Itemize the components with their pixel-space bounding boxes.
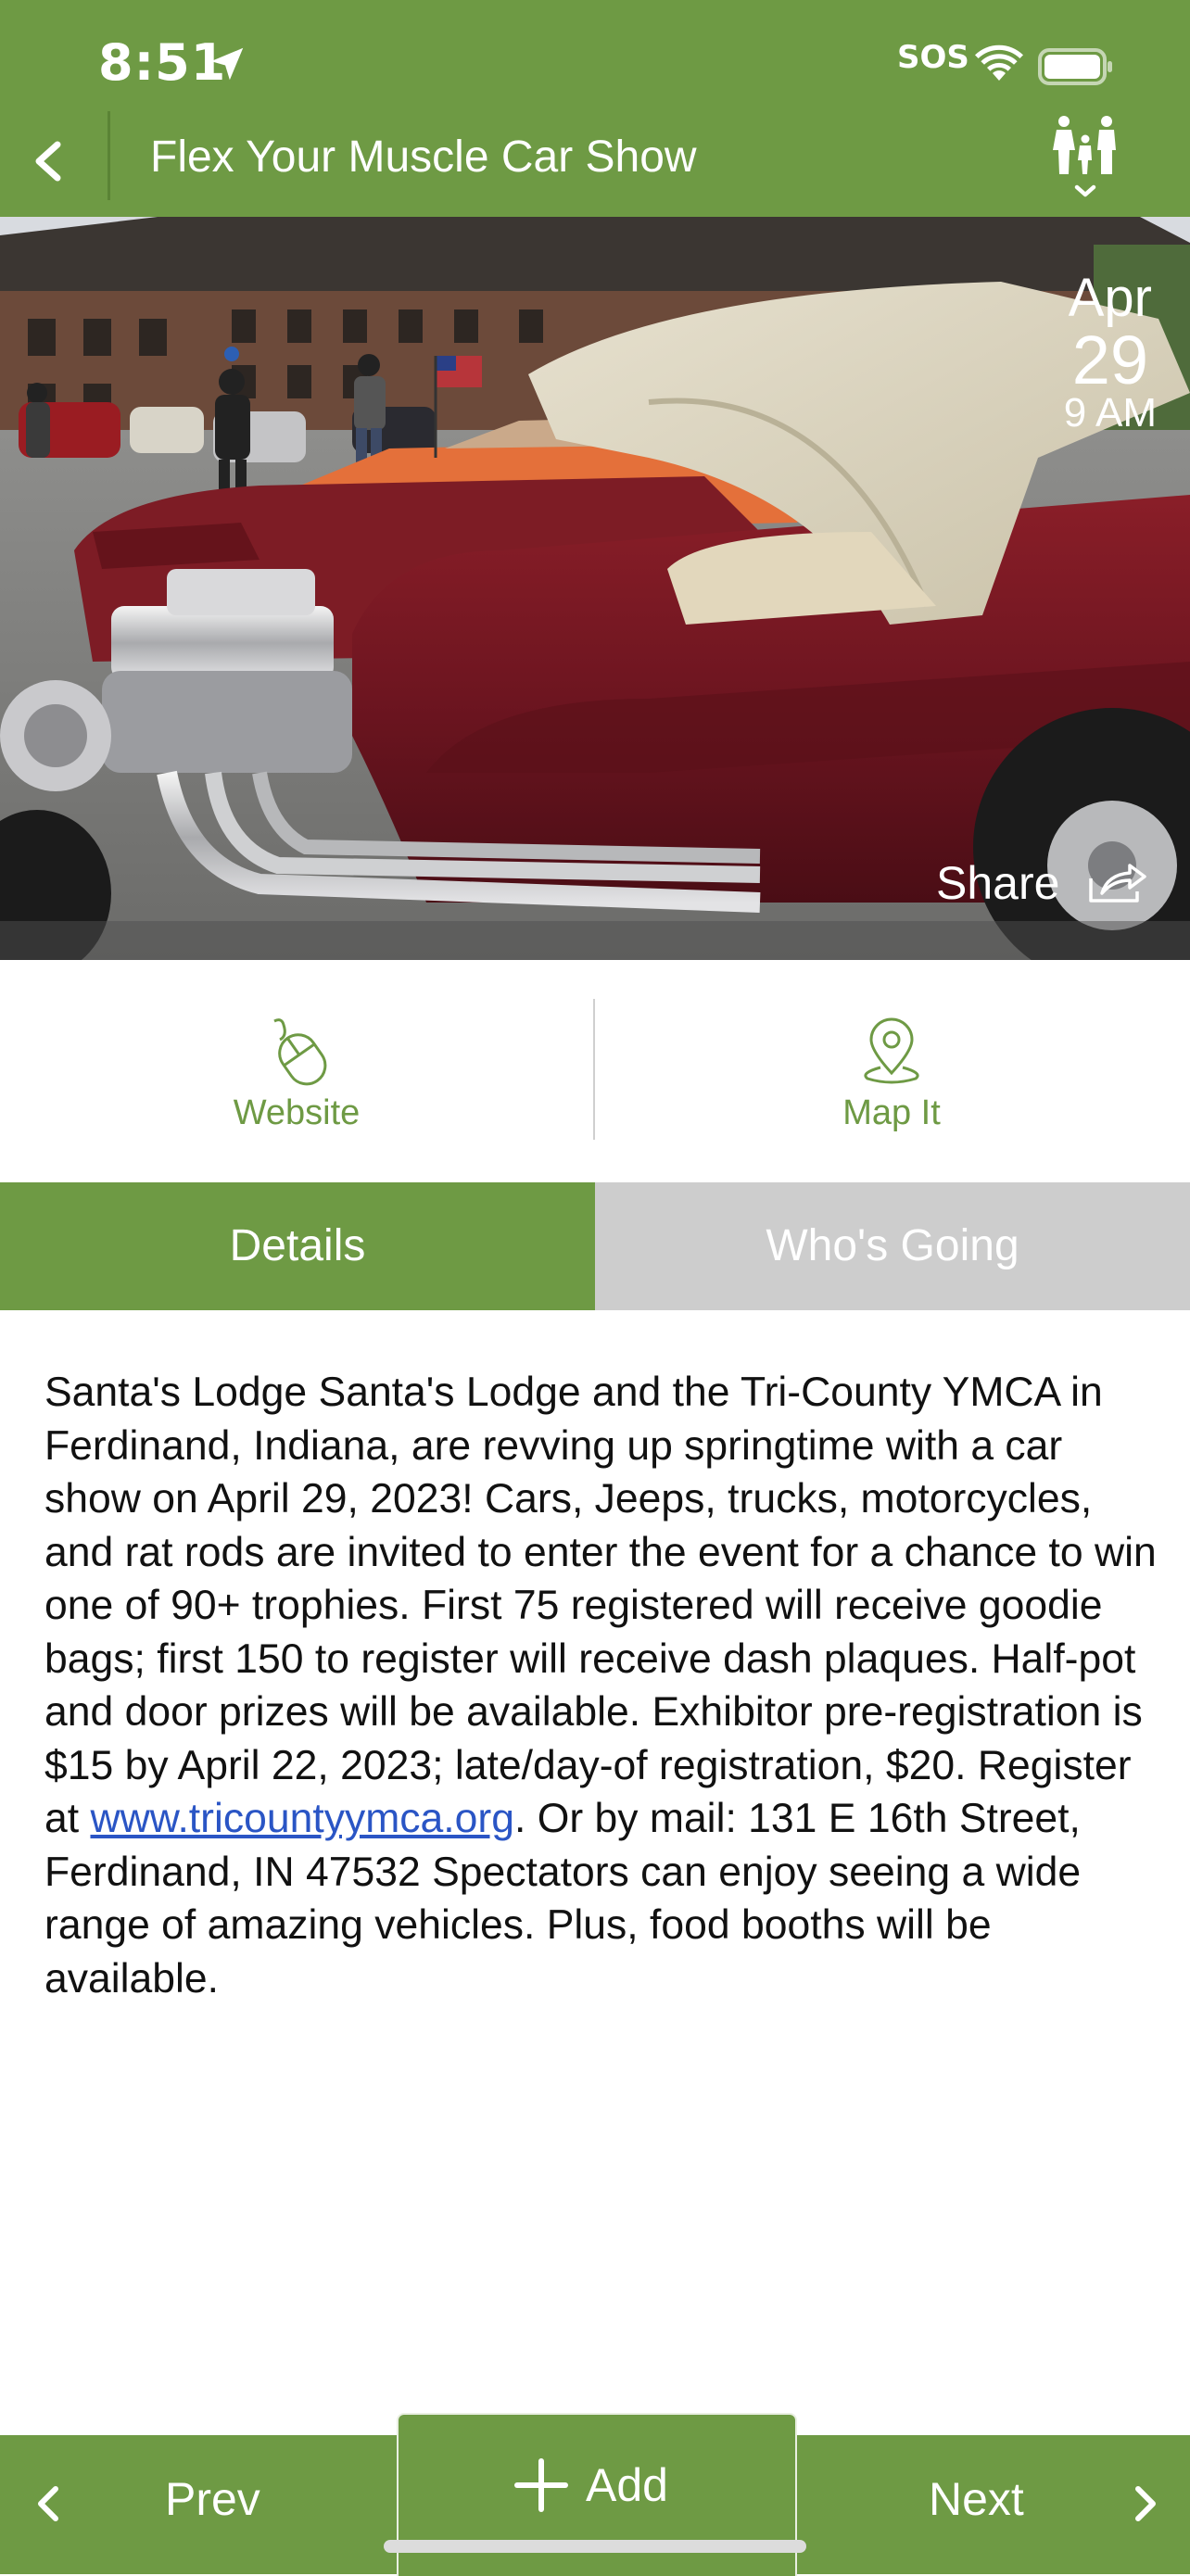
location-arrow-icon <box>210 47 244 81</box>
family-icon <box>1053 116 1116 174</box>
website-label: Website <box>233 1093 361 1132</box>
sos-indicator: SOS <box>897 39 969 76</box>
family-menu-button[interactable] <box>1045 113 1125 213</box>
date-day: 29 <box>1071 322 1149 398</box>
chevron-left-icon <box>35 141 61 182</box>
status-bar: 8:51 SOS <box>0 0 1190 111</box>
event-actions: Website Map It <box>0 960 1190 1182</box>
next-label: Next <box>929 2473 1024 2525</box>
description-text: Santa's Lodge Santa's Lodge and the Tri-… <box>44 1370 1157 1841</box>
share-icon <box>1089 864 1147 903</box>
page-title: Flex Your Muscle Car Show <box>150 133 697 182</box>
date-month: Apr <box>1068 268 1152 328</box>
prev-button[interactable]: Prev <box>0 2435 389 2574</box>
nav-divider <box>108 111 110 200</box>
plus-icon <box>514 2458 568 2512</box>
back-button[interactable] <box>28 120 102 213</box>
website-button[interactable]: Website <box>111 1016 482 1133</box>
chevron-right-icon <box>1135 2486 1156 2521</box>
event-description: Santa's Lodge Santa's Lodge and the Tri-… <box>44 1366 1157 2005</box>
tab-details[interactable]: Details <box>0 1182 595 1310</box>
prev-label: Prev <box>165 2473 260 2525</box>
chevron-down-icon <box>1074 184 1096 197</box>
registration-link[interactable]: www.tricountyymca.org <box>90 1796 514 1841</box>
share-button[interactable]: Share <box>936 856 1148 910</box>
share-label: Share <box>936 857 1060 909</box>
event-date-badge: Apr 29 9 AM <box>1063 268 1157 436</box>
next-button[interactable]: Next <box>801 2435 1190 2574</box>
battery-icon <box>1038 48 1112 85</box>
map-pin-icon <box>864 1017 919 1084</box>
map-it-button[interactable]: Map It <box>706 1016 1077 1133</box>
mouse-icon <box>273 1018 327 1086</box>
add-label: Add <box>586 2459 668 2511</box>
tab-bar: Details Who's Going <box>0 1182 1190 1310</box>
tab-whos-going[interactable]: Who's Going <box>595 1182 1190 1310</box>
map-it-label: Map It <box>842 1093 941 1132</box>
date-time: 9 AM <box>1063 390 1157 436</box>
car-show-photo <box>0 217 1190 960</box>
actions-divider <box>593 999 595 1140</box>
home-indicator[interactable] <box>384 2540 806 2553</box>
navigation-bar: Flex Your Muscle Car Show <box>0 111 1190 217</box>
event-photo: Apr 29 9 AM Share <box>0 217 1190 960</box>
wifi-icon <box>975 44 1023 81</box>
chevron-left-icon <box>38 2486 58 2521</box>
